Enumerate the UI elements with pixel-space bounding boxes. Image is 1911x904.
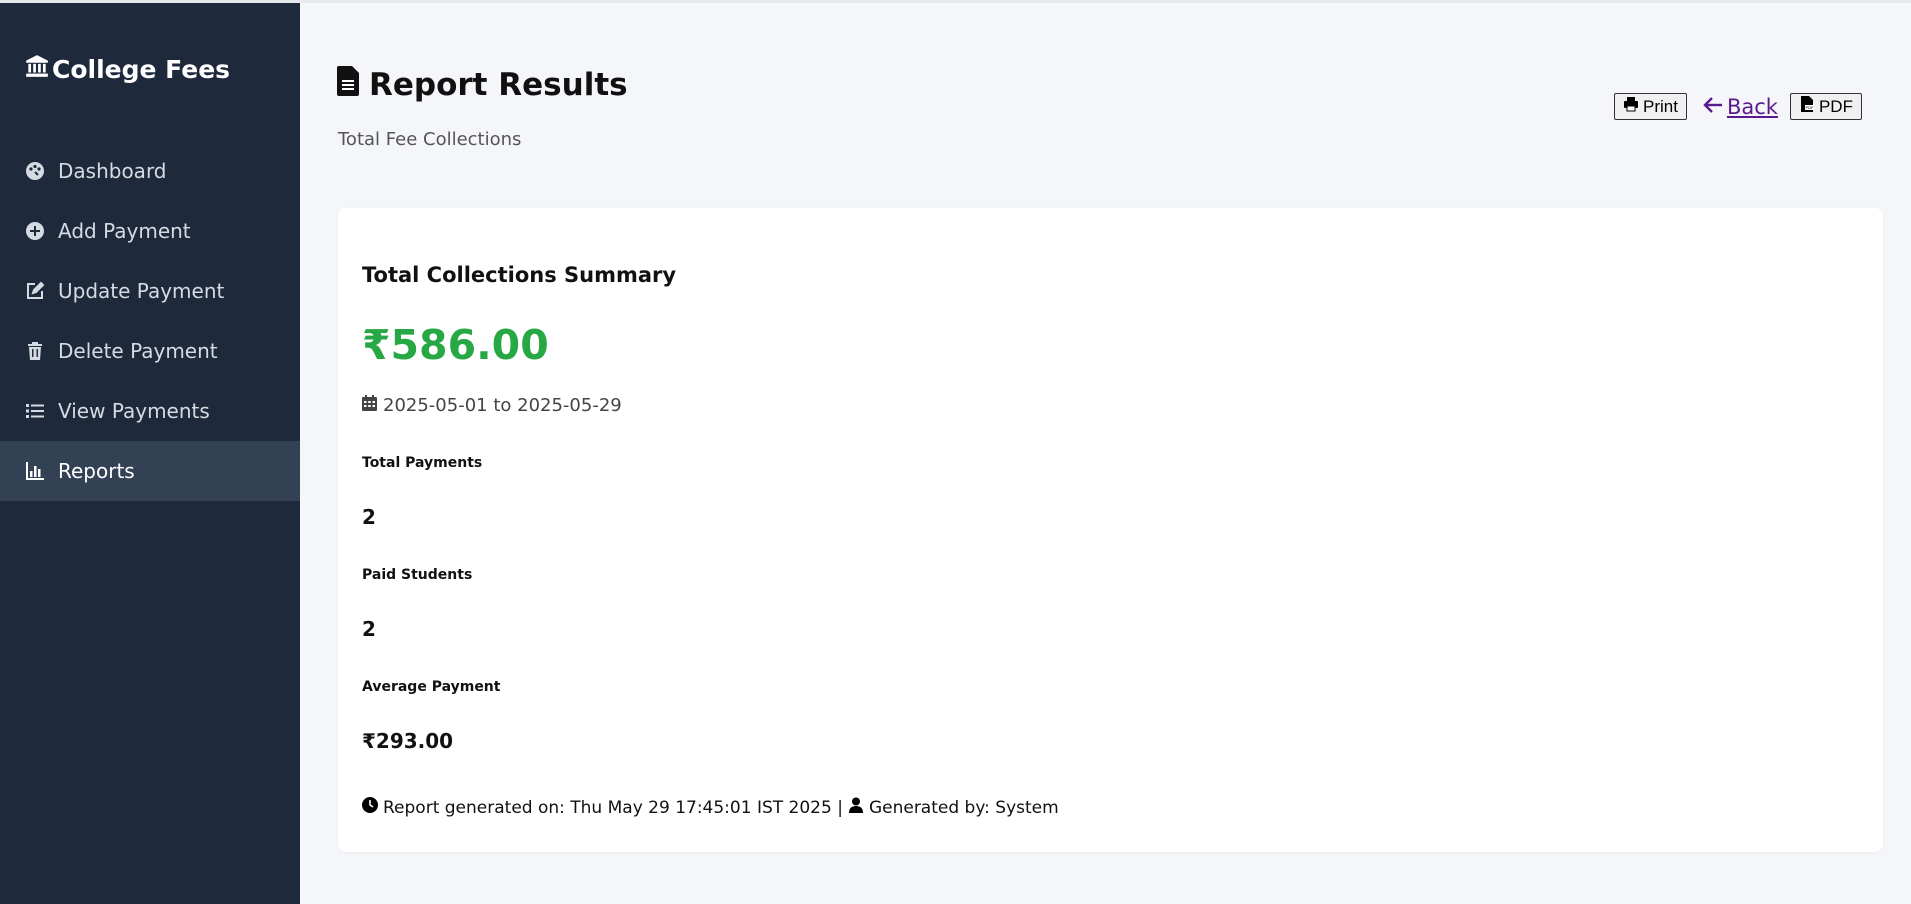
generated-by-text: Generated by: System [868, 797, 1059, 818]
back-link[interactable]: Back [1703, 95, 1778, 119]
page-title-text: Report Results [369, 67, 628, 103]
generated-on-text: Report generated on: Thu May 29 17:45:01… [383, 797, 843, 818]
main-content: Report Results Total Fee Collections Pri… [300, 3, 1911, 904]
stat-value-paid-students: 2 [362, 617, 376, 641]
top-border [0, 0, 1911, 3]
edit-icon [24, 280, 46, 302]
chart-icon [24, 460, 46, 482]
sidebar-item-delete-payment[interactable]: Delete Payment [0, 321, 300, 381]
page-title: Report Results [337, 66, 628, 104]
sidebar-item-label: View Payments [58, 399, 210, 423]
sidebar-item-label: Update Payment [58, 279, 225, 303]
stat-label-total-payments: Total Payments [362, 455, 483, 471]
sidebar-nav: Dashboard Add Payment Update Payment Del… [0, 141, 300, 501]
stat-label-paid-students: Paid Students [362, 567, 473, 583]
user-icon [848, 797, 864, 818]
stat-value-total-payments: 2 [362, 505, 376, 529]
sidebar-item-dashboard[interactable]: Dashboard [0, 141, 300, 201]
print-icon [1623, 96, 1639, 117]
brand-title: College Fees [52, 54, 231, 84]
total-amount: ₹586.00 [362, 321, 549, 369]
plus-circle-icon [24, 220, 46, 242]
stat-value-average-payment: ₹293.00 [362, 729, 454, 753]
back-label: Back [1726, 94, 1778, 119]
pdf-label: PDF [1818, 96, 1853, 116]
list-icon [24, 400, 46, 422]
brand[interactable]: College Fees [24, 53, 230, 85]
sidebar-item-reports[interactable]: Reports [0, 441, 300, 501]
pdf-button[interactable]: PDF PDF [1789, 93, 1862, 120]
date-range-text: 2025-05-01 to 2025-05-29 [383, 395, 622, 416]
calendar-icon [362, 395, 377, 416]
print-button[interactable]: Print [1614, 93, 1687, 120]
page-subtitle: Total Fee Collections [338, 129, 522, 150]
print-label: Print [1643, 96, 1678, 116]
sidebar-item-label: Dashboard [58, 159, 167, 183]
clock-icon [362, 797, 378, 818]
palette-icon [24, 160, 46, 182]
sidebar-item-add-payment[interactable]: Add Payment [0, 201, 300, 261]
file-pdf-icon: PDF [1799, 96, 1815, 117]
university-icon [24, 53, 50, 85]
sidebar: College Fees Dashboard Add Payment Updat… [0, 3, 300, 904]
report-footer: Report generated on: Thu May 29 17:45:01… [362, 797, 1059, 818]
report-actions: Print Back PDF PDF [1614, 93, 1862, 120]
sidebar-item-label: Delete Payment [58, 339, 218, 363]
arrow-left-icon [1703, 95, 1723, 119]
sidebar-item-label: Add Payment [58, 219, 191, 243]
sidebar-item-update-payment[interactable]: Update Payment [0, 261, 300, 321]
file-icon [337, 66, 361, 104]
date-range: 2025-05-01 to 2025-05-29 [362, 395, 622, 416]
sidebar-item-label: Reports [58, 459, 135, 483]
sidebar-item-view-payments[interactable]: View Payments [0, 381, 300, 441]
svg-text:PDF: PDF [1805, 105, 1814, 110]
summary-card: Total Collections Summary ₹586.00 2025-0… [338, 208, 1883, 852]
stat-label-average-payment: Average Payment [362, 679, 501, 695]
summary-title: Total Collections Summary [362, 263, 677, 287]
trash-icon [24, 340, 46, 362]
